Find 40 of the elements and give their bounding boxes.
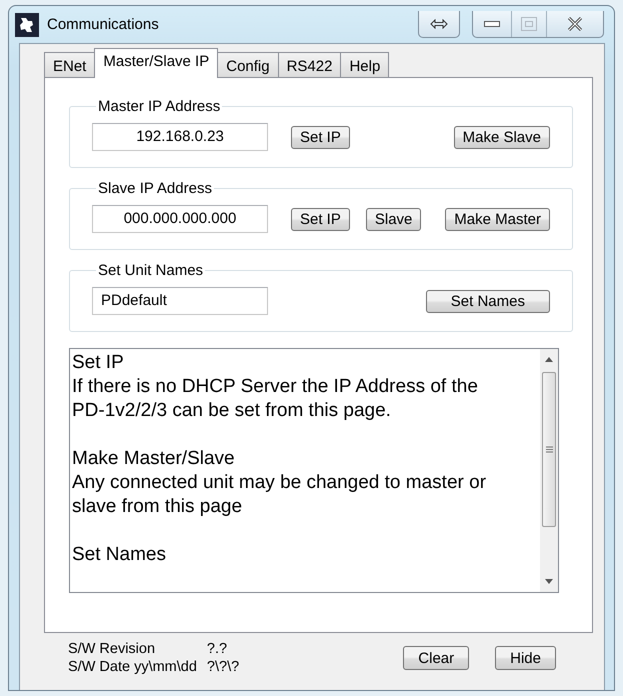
revision-value: ?.? <box>206 641 228 657</box>
double-arrow-icon <box>430 19 448 29</box>
help-heading: Set IP <box>72 351 125 375</box>
action-button[interactable]: Set Names <box>426 290 550 312</box>
scroll-up-icon[interactable] <box>545 357 553 362</box>
close-icon <box>567 17 583 31</box>
grip-icon <box>546 446 552 453</box>
minimize-icon <box>484 21 500 27</box>
tab[interactable]: Help <box>340 52 390 78</box>
help-paragraph: Any connected unit may be changed to master or slave from this page <box>72 471 488 519</box>
snap-button[interactable] <box>418 11 460 38</box>
tab[interactable]: ENet <box>44 52 96 78</box>
revision-label: S/W Revision <box>68 641 156 657</box>
group-label: Slave IP Address <box>97 180 213 197</box>
text-field[interactable]: 192.168.0.23 <box>92 123 268 151</box>
help-paragraph: If there is no DHCP Server the IP Address of the PD-1v2/2/3 can be set from this page. <box>72 375 479 423</box>
action-button[interactable]: Slave <box>366 208 422 230</box>
group-label: Master IP Address <box>97 98 222 115</box>
action-button[interactable]: Set IP <box>291 208 350 230</box>
scroll-down-icon[interactable] <box>545 579 553 584</box>
tab[interactable]: Config <box>217 52 279 78</box>
date-value: ?\?\? <box>206 659 240 675</box>
app-icon <box>15 12 39 36</box>
footer-button[interactable]: Clear <box>403 646 470 670</box>
tab[interactable]: Master/Slave IP <box>94 48 218 78</box>
text-field[interactable]: 000.000.000.000 <box>92 205 268 233</box>
action-button[interactable]: Set IP <box>291 126 350 148</box>
tab[interactable]: RS422 <box>278 52 342 78</box>
action-button[interactable]: Make Master <box>445 208 550 230</box>
help-heading: Make Master/Slave <box>72 447 236 471</box>
footer-button[interactable]: Hide <box>495 646 556 670</box>
date-label: S/W Date yy\mm\dd <box>68 659 197 675</box>
action-button[interactable]: Make Slave <box>454 126 550 148</box>
scrollbar[interactable] <box>540 349 558 592</box>
group-label: Set Unit Names <box>97 262 204 279</box>
window-title: Communications <box>47 16 160 33</box>
help-heading: Set Names <box>72 543 167 567</box>
text-field[interactable]: PDdefault <box>92 287 268 315</box>
maximize-icon <box>521 17 537 31</box>
scroll-thumb[interactable] <box>542 372 556 527</box>
